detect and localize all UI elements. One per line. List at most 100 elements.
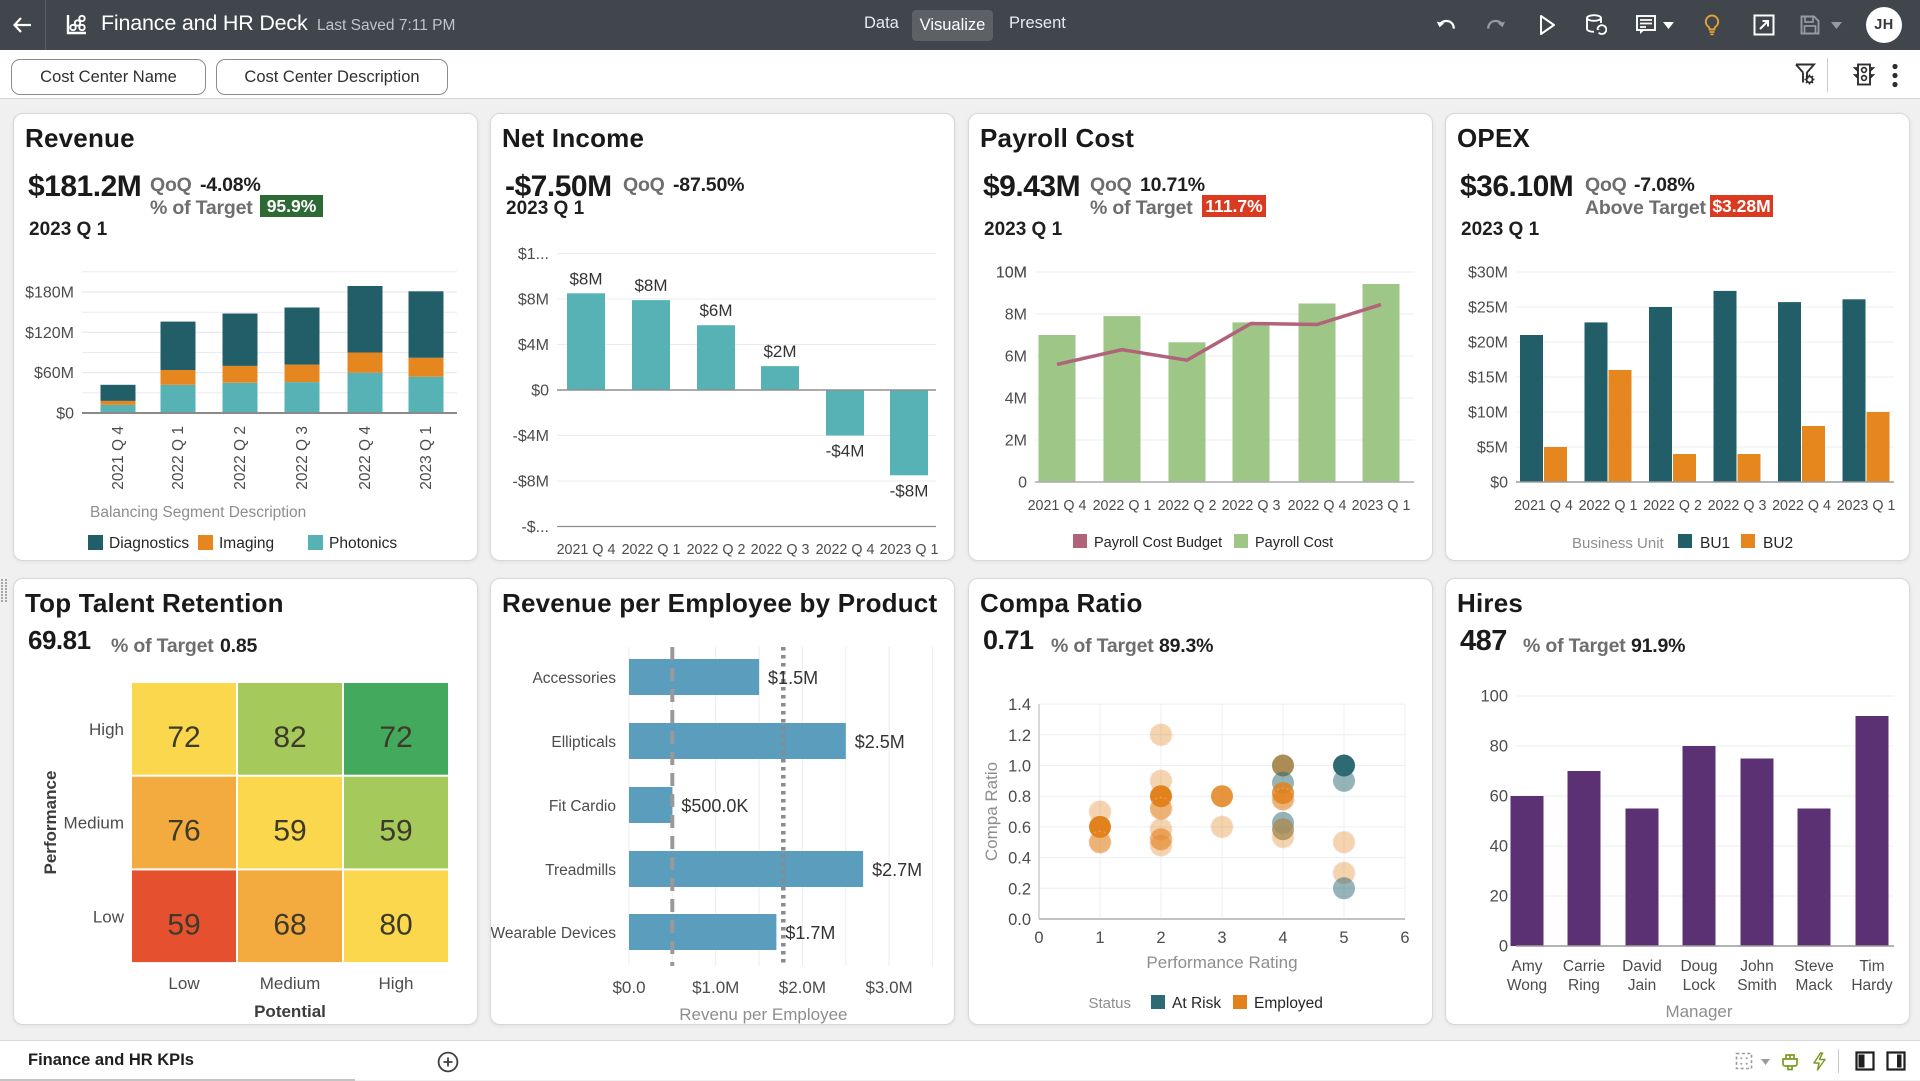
svg-text:Low: Low — [93, 907, 125, 926]
svg-text:Photonics: Photonics — [329, 535, 397, 552]
svg-text:$0.0: $0.0 — [612, 978, 645, 997]
svg-text:$1.7M: $1.7M — [785, 923, 835, 943]
svg-text:$180M: $180M — [25, 285, 74, 302]
svg-text:$20M: $20M — [1468, 335, 1508, 352]
svg-text:76: 76 — [167, 815, 200, 848]
svg-text:Low: Low — [168, 974, 200, 993]
svg-text:0.2: 0.2 — [1008, 880, 1031, 898]
svg-text:0: 0 — [1018, 475, 1027, 492]
svg-text:$8M: $8M — [518, 292, 549, 309]
svg-text:$8M: $8M — [569, 269, 602, 288]
svg-text:$0: $0 — [531, 383, 549, 400]
svg-text:40: 40 — [1490, 838, 1508, 856]
svg-text:Smith: Smith — [1737, 977, 1777, 994]
svg-text:59: 59 — [167, 908, 200, 941]
svg-text:2023 Q 1: 2023 Q 1 — [418, 426, 435, 490]
svg-text:2022 Q 4: 2022 Q 4 — [1772, 498, 1831, 514]
svg-text:David: David — [1622, 958, 1662, 975]
svg-text:2021 Q 4: 2021 Q 4 — [1028, 498, 1087, 514]
svg-text:2022 Q 1: 2022 Q 1 — [1093, 498, 1152, 514]
svg-text:1.4: 1.4 — [1008, 696, 1031, 714]
svg-text:2023 Q 1: 2023 Q 1 — [1352, 498, 1411, 514]
svg-text:Ring: Ring — [1568, 977, 1600, 994]
svg-text:Steve: Steve — [1794, 958, 1834, 975]
svg-text:$2.7M: $2.7M — [872, 860, 922, 880]
svg-text:2022 Q 3: 2022 Q 3 — [1708, 498, 1767, 514]
svg-text:Jain: Jain — [1628, 977, 1656, 994]
svg-text:$10M: $10M — [1468, 405, 1508, 422]
svg-text:2023 Q 1: 2023 Q 1 — [880, 542, 939, 558]
svg-text:Treadmills: Treadmills — [545, 862, 616, 879]
svg-text:Balancing Segment Description: Balancing Segment Description — [90, 504, 306, 521]
svg-text:-$8M: -$8M — [890, 481, 929, 500]
svg-text:$2.0M: $2.0M — [779, 978, 826, 997]
svg-text:Manager: Manager — [1665, 1002, 1732, 1021]
svg-text:59: 59 — [379, 815, 412, 848]
svg-text:$3.0M: $3.0M — [865, 978, 912, 997]
svg-text:$1.0M: $1.0M — [692, 978, 739, 997]
svg-text:Status: Status — [1088, 995, 1131, 1012]
svg-text:$60M: $60M — [34, 365, 74, 382]
svg-text:$0: $0 — [56, 406, 74, 423]
svg-text:82: 82 — [273, 721, 306, 754]
svg-text:Carrie: Carrie — [1563, 958, 1605, 975]
svg-text:2M: 2M — [1005, 433, 1027, 450]
svg-text:2022 Q 3: 2022 Q 3 — [751, 542, 810, 558]
svg-text:$4M: $4M — [518, 337, 549, 354]
svg-text:Payroll Cost Budget: Payroll Cost Budget — [1094, 535, 1222, 551]
svg-text:2023 Q 1: 2023 Q 1 — [1837, 498, 1896, 514]
svg-text:$6M: $6M — [699, 301, 732, 320]
svg-text:Ellipticals: Ellipticals — [551, 734, 616, 751]
svg-text:2022 Q 3: 2022 Q 3 — [294, 426, 311, 490]
svg-text:Business Unit: Business Unit — [1572, 535, 1665, 552]
svg-text:80: 80 — [1490, 738, 1508, 756]
svg-text:Wearable Devices: Wearable Devices — [491, 925, 616, 942]
svg-text:72: 72 — [379, 721, 412, 754]
svg-text:Tim: Tim — [1859, 958, 1884, 975]
svg-text:$120M: $120M — [25, 325, 74, 342]
svg-text:-$...: -$... — [521, 519, 549, 536]
svg-text:High: High — [89, 720, 124, 739]
svg-text:10M: 10M — [996, 265, 1027, 282]
svg-text:0: 0 — [1499, 938, 1508, 956]
svg-text:4M: 4M — [1005, 391, 1027, 408]
svg-text:0.6: 0.6 — [1008, 819, 1031, 837]
svg-text:2022 Q 1: 2022 Q 1 — [622, 542, 681, 558]
svg-text:2022 Q 2: 2022 Q 2 — [1158, 498, 1217, 514]
svg-text:-$4M: -$4M — [513, 428, 549, 445]
svg-text:6: 6 — [1400, 929, 1409, 947]
svg-text:2022 Q 1: 2022 Q 1 — [170, 426, 187, 490]
svg-text:$1...: $1... — [518, 246, 549, 263]
svg-text:0.4: 0.4 — [1008, 850, 1031, 868]
svg-text:1.0: 1.0 — [1008, 758, 1031, 776]
svg-text:Medium: Medium — [260, 974, 320, 993]
svg-text:$2M: $2M — [763, 342, 796, 361]
svg-text:60: 60 — [1490, 788, 1508, 806]
svg-text:59: 59 — [273, 815, 306, 848]
svg-text:-$4M: -$4M — [826, 442, 865, 461]
svg-text:Hardy: Hardy — [1851, 977, 1893, 994]
svg-text:2022 Q 3: 2022 Q 3 — [1222, 498, 1281, 514]
svg-text:Lock: Lock — [1683, 977, 1716, 994]
svg-text:2021 Q 4: 2021 Q 4 — [1514, 498, 1573, 514]
svg-text:80: 80 — [379, 908, 412, 941]
svg-text:$2.5M: $2.5M — [855, 732, 905, 752]
svg-text:72: 72 — [167, 721, 200, 754]
svg-text:2022 Q 4: 2022 Q 4 — [1288, 498, 1347, 514]
svg-text:4: 4 — [1278, 929, 1287, 947]
svg-text:0.0: 0.0 — [1008, 911, 1031, 929]
svg-text:Performance: Performance — [41, 771, 60, 875]
svg-text:Payroll Cost: Payroll Cost — [1255, 535, 1333, 551]
svg-text:Wong: Wong — [1507, 977, 1547, 994]
svg-text:2021 Q 4: 2021 Q 4 — [110, 426, 127, 490]
svg-text:John: John — [1740, 958, 1774, 975]
svg-text:2: 2 — [1156, 929, 1165, 947]
svg-text:Amy: Amy — [1512, 958, 1543, 975]
svg-text:BU1: BU1 — [1700, 535, 1730, 552]
svg-text:1.2: 1.2 — [1008, 727, 1031, 745]
svg-text:$5M: $5M — [1477, 440, 1508, 457]
svg-text:$8M: $8M — [634, 276, 667, 295]
svg-text:$500.0K: $500.0K — [681, 796, 748, 816]
svg-text:Performance Rating: Performance Rating — [1146, 953, 1297, 972]
svg-text:2022 Q 2: 2022 Q 2 — [232, 426, 249, 490]
